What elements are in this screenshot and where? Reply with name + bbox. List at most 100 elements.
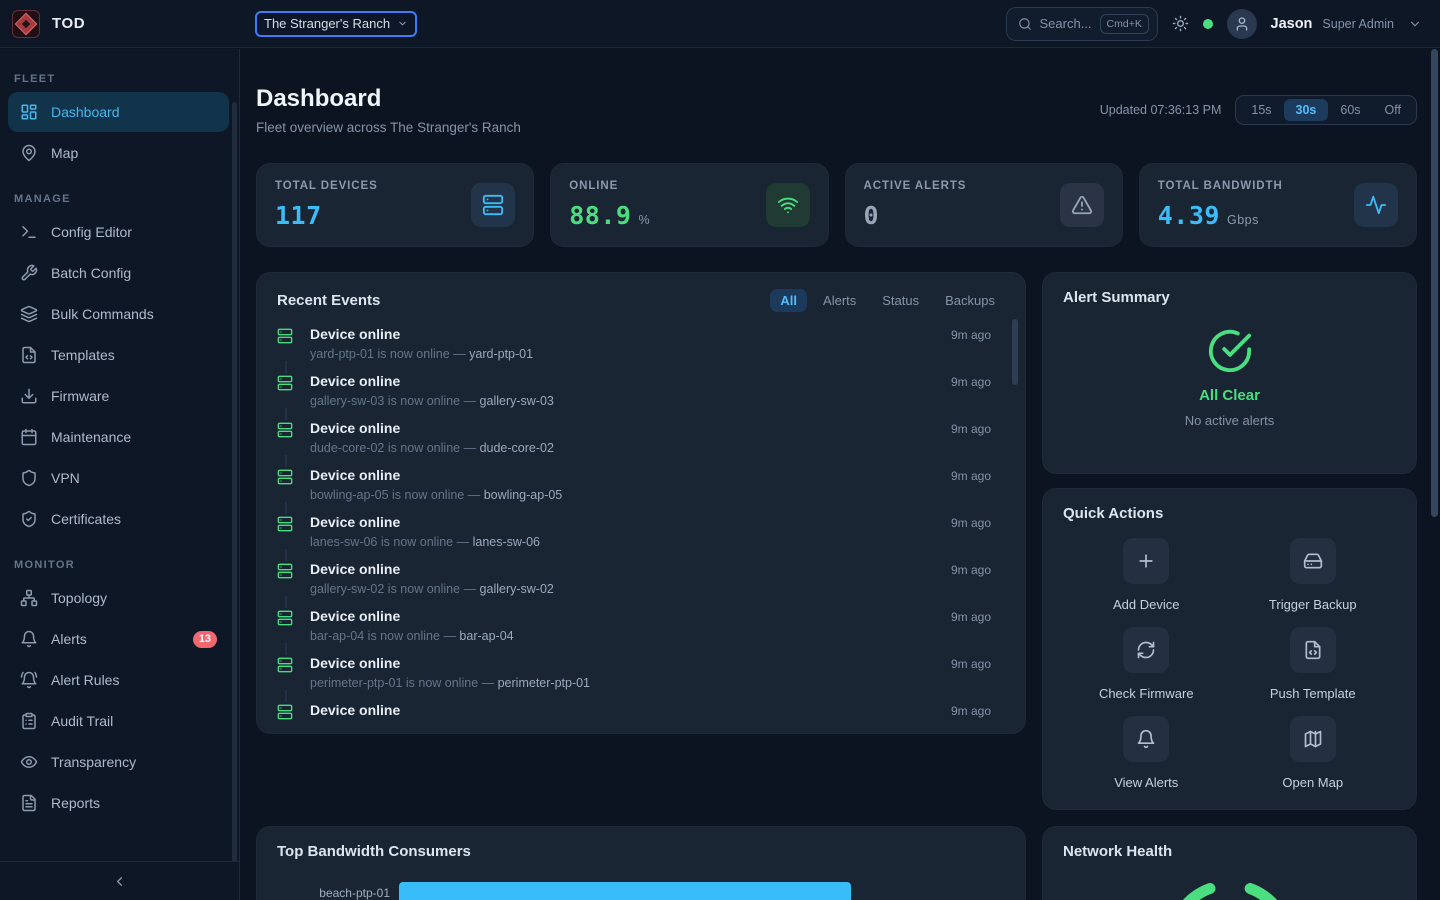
shield-check-icon bbox=[20, 510, 38, 528]
event-title: Device online bbox=[310, 420, 400, 436]
event-detail: gallery-sw-02 is now online — gallery-sw… bbox=[310, 582, 1005, 596]
alert-triangle-icon bbox=[1071, 194, 1093, 216]
sidebar-item-vpn[interactable]: VPN bbox=[8, 458, 229, 498]
wrench-icon bbox=[20, 264, 38, 282]
sidebar-item-firmware[interactable]: Firmware bbox=[8, 376, 229, 416]
sidebar-item-map[interactable]: Map bbox=[8, 133, 229, 173]
sidebar-item-label: Reports bbox=[51, 795, 100, 811]
sidebar-item-label: VPN bbox=[51, 470, 80, 486]
sidebar-collapse-button[interactable] bbox=[112, 874, 127, 889]
event-detail: perimeter-ptp-01 is now online — perimet… bbox=[310, 676, 1005, 690]
main-content: Dashboard Fleet overview across The Stra… bbox=[241, 49, 1440, 900]
refresh-option-15s[interactable]: 15s bbox=[1239, 99, 1283, 121]
user-icon bbox=[1234, 16, 1250, 32]
events-scrollbar[interactable] bbox=[1012, 319, 1018, 385]
check-circle-icon bbox=[1207, 328, 1253, 374]
panel-title: Top Bandwidth Consumers bbox=[277, 843, 1005, 860]
refresh-option-60s[interactable]: 60s bbox=[1328, 99, 1372, 121]
network-health-panel: Network Health 89 bbox=[1042, 826, 1417, 900]
panel-title: Quick Actions bbox=[1063, 505, 1396, 522]
sidebar-item-alerts[interactable]: Alerts 13 bbox=[8, 619, 229, 659]
sidebar-item-alert-rules[interactable]: Alert Rules bbox=[8, 660, 229, 700]
sidebar-item-label: Alert Rules bbox=[51, 672, 119, 688]
tab-all[interactable]: All bbox=[770, 289, 807, 312]
bandwidth-bar bbox=[399, 882, 851, 900]
view-alerts-button[interactable]: View Alerts bbox=[1063, 716, 1230, 790]
event-time: 9m ago bbox=[951, 657, 1005, 671]
sidebar-item-label: Firmware bbox=[51, 388, 109, 404]
chevron-left-icon bbox=[112, 874, 127, 889]
sidebar-section-manage: MANAGE bbox=[14, 193, 229, 205]
layers-icon bbox=[20, 305, 38, 323]
sidebar-item-maintenance[interactable]: Maintenance bbox=[8, 417, 229, 457]
app-logo-icon bbox=[12, 10, 40, 38]
server-icon bbox=[277, 375, 293, 391]
sidebar-item-dashboard[interactable]: Dashboard bbox=[8, 92, 229, 132]
event-title: Device online bbox=[310, 655, 400, 671]
tab-backups[interactable]: Backups bbox=[935, 289, 1005, 312]
sidebar-item-label: Alerts bbox=[51, 631, 87, 647]
alert-summary-panel: Alert Summary All Clear No active alerts bbox=[1042, 272, 1417, 474]
site-selector[interactable]: The Stranger's Ranch bbox=[257, 13, 415, 35]
add-device-button[interactable]: Add Device bbox=[1063, 538, 1230, 612]
search-input[interactable]: Search... Cmd+K bbox=[1006, 7, 1158, 41]
event-row: Device online 9m ago gallery-sw-02 is no… bbox=[277, 561, 1005, 596]
refresh-option-30s[interactable]: 30s bbox=[1284, 99, 1329, 121]
brand: TOD bbox=[0, 10, 240, 38]
stat-label: ACTIVE ALERTS bbox=[864, 180, 967, 192]
bell-icon bbox=[20, 630, 38, 648]
avatar[interactable] bbox=[1227, 9, 1257, 39]
sidebar-item-reports[interactable]: Reports bbox=[8, 783, 229, 823]
sidebar-item-label: Config Editor bbox=[51, 224, 132, 240]
sidebar-item-batch-config[interactable]: Batch Config bbox=[8, 253, 229, 293]
main-scrollbar[interactable] bbox=[1431, 49, 1438, 517]
quick-actions-panel: Quick Actions Add Device Trigger Backup … bbox=[1042, 488, 1417, 810]
sidebar-item-topology[interactable]: Topology bbox=[8, 578, 229, 618]
sidebar-scrollbar[interactable] bbox=[232, 102, 237, 900]
sidebar-item-label: Bulk Commands bbox=[51, 306, 154, 322]
hard-drive-icon bbox=[1303, 551, 1323, 571]
user-menu-button[interactable] bbox=[1408, 17, 1422, 31]
sidebar-item-audit-trail[interactable]: Audit Trail bbox=[8, 701, 229, 741]
sidebar-item-label: Dashboard bbox=[51, 104, 120, 120]
tab-status[interactable]: Status bbox=[872, 289, 929, 312]
event-detail: dude-core-02 is now online — dude-core-0… bbox=[310, 441, 1005, 455]
event-time: 9m ago bbox=[951, 375, 1005, 389]
tab-alerts[interactable]: Alerts bbox=[813, 289, 866, 312]
push-template-button[interactable]: Push Template bbox=[1230, 627, 1397, 701]
stat-value: 117 bbox=[275, 201, 322, 230]
event-time: 9m ago bbox=[951, 563, 1005, 577]
event-time: 9m ago bbox=[951, 516, 1005, 530]
sidebar-item-config-editor[interactable]: Config Editor bbox=[8, 212, 229, 252]
sidebar-item-transparency[interactable]: Transparency bbox=[8, 742, 229, 782]
event-title: Device online bbox=[310, 561, 400, 577]
sidebar-item-certificates[interactable]: Certificates bbox=[8, 499, 229, 539]
sidebar-item-label: Maintenance bbox=[51, 429, 131, 445]
search-placeholder: Search... bbox=[1040, 16, 1092, 31]
panel-title: Network Health bbox=[1063, 843, 1396, 860]
event-detail: gallery-sw-03 is now online — gallery-sw… bbox=[310, 394, 1005, 408]
site-selector-value: The Stranger's Ranch bbox=[264, 16, 390, 31]
server-icon bbox=[277, 704, 293, 720]
sidebar-item-bulk-commands[interactable]: Bulk Commands bbox=[8, 294, 229, 334]
trigger-backup-button[interactable]: Trigger Backup bbox=[1230, 538, 1397, 612]
stat-unit: % bbox=[638, 213, 650, 227]
bandwidth-device-label: beach-ptp-01 bbox=[277, 886, 390, 900]
event-row: Device online 9m ago gallery-sw-03 is no… bbox=[277, 373, 1005, 408]
event-detail: bowling-ap-05 is now online — bowling-ap… bbox=[310, 488, 1005, 502]
sidebar-item-templates[interactable]: Templates bbox=[8, 335, 229, 375]
sidebar-section-fleet: FLEET bbox=[14, 73, 229, 85]
activity-icon bbox=[1365, 194, 1387, 216]
event-title: Device online bbox=[310, 514, 400, 530]
open-map-button[interactable]: Open Map bbox=[1230, 716, 1397, 790]
refresh-option-off[interactable]: Off bbox=[1373, 99, 1413, 121]
map-icon bbox=[1303, 729, 1323, 749]
check-firmware-button[interactable]: Check Firmware bbox=[1063, 627, 1230, 701]
theme-toggle-button[interactable] bbox=[1172, 15, 1189, 32]
sidebar-item-label: Certificates bbox=[51, 511, 121, 527]
stat-cards: TOTAL DEVICES 117 ONLINE 88.9% ACTIVE AL… bbox=[256, 163, 1417, 247]
file-text-icon bbox=[20, 794, 38, 812]
recent-events-panel: Recent Events All Alerts Status Backups … bbox=[256, 272, 1026, 734]
event-row: Device online 9m ago yard-ptp-01 is now … bbox=[277, 326, 1005, 361]
search-shortcut-badge: Cmd+K bbox=[1100, 14, 1149, 34]
